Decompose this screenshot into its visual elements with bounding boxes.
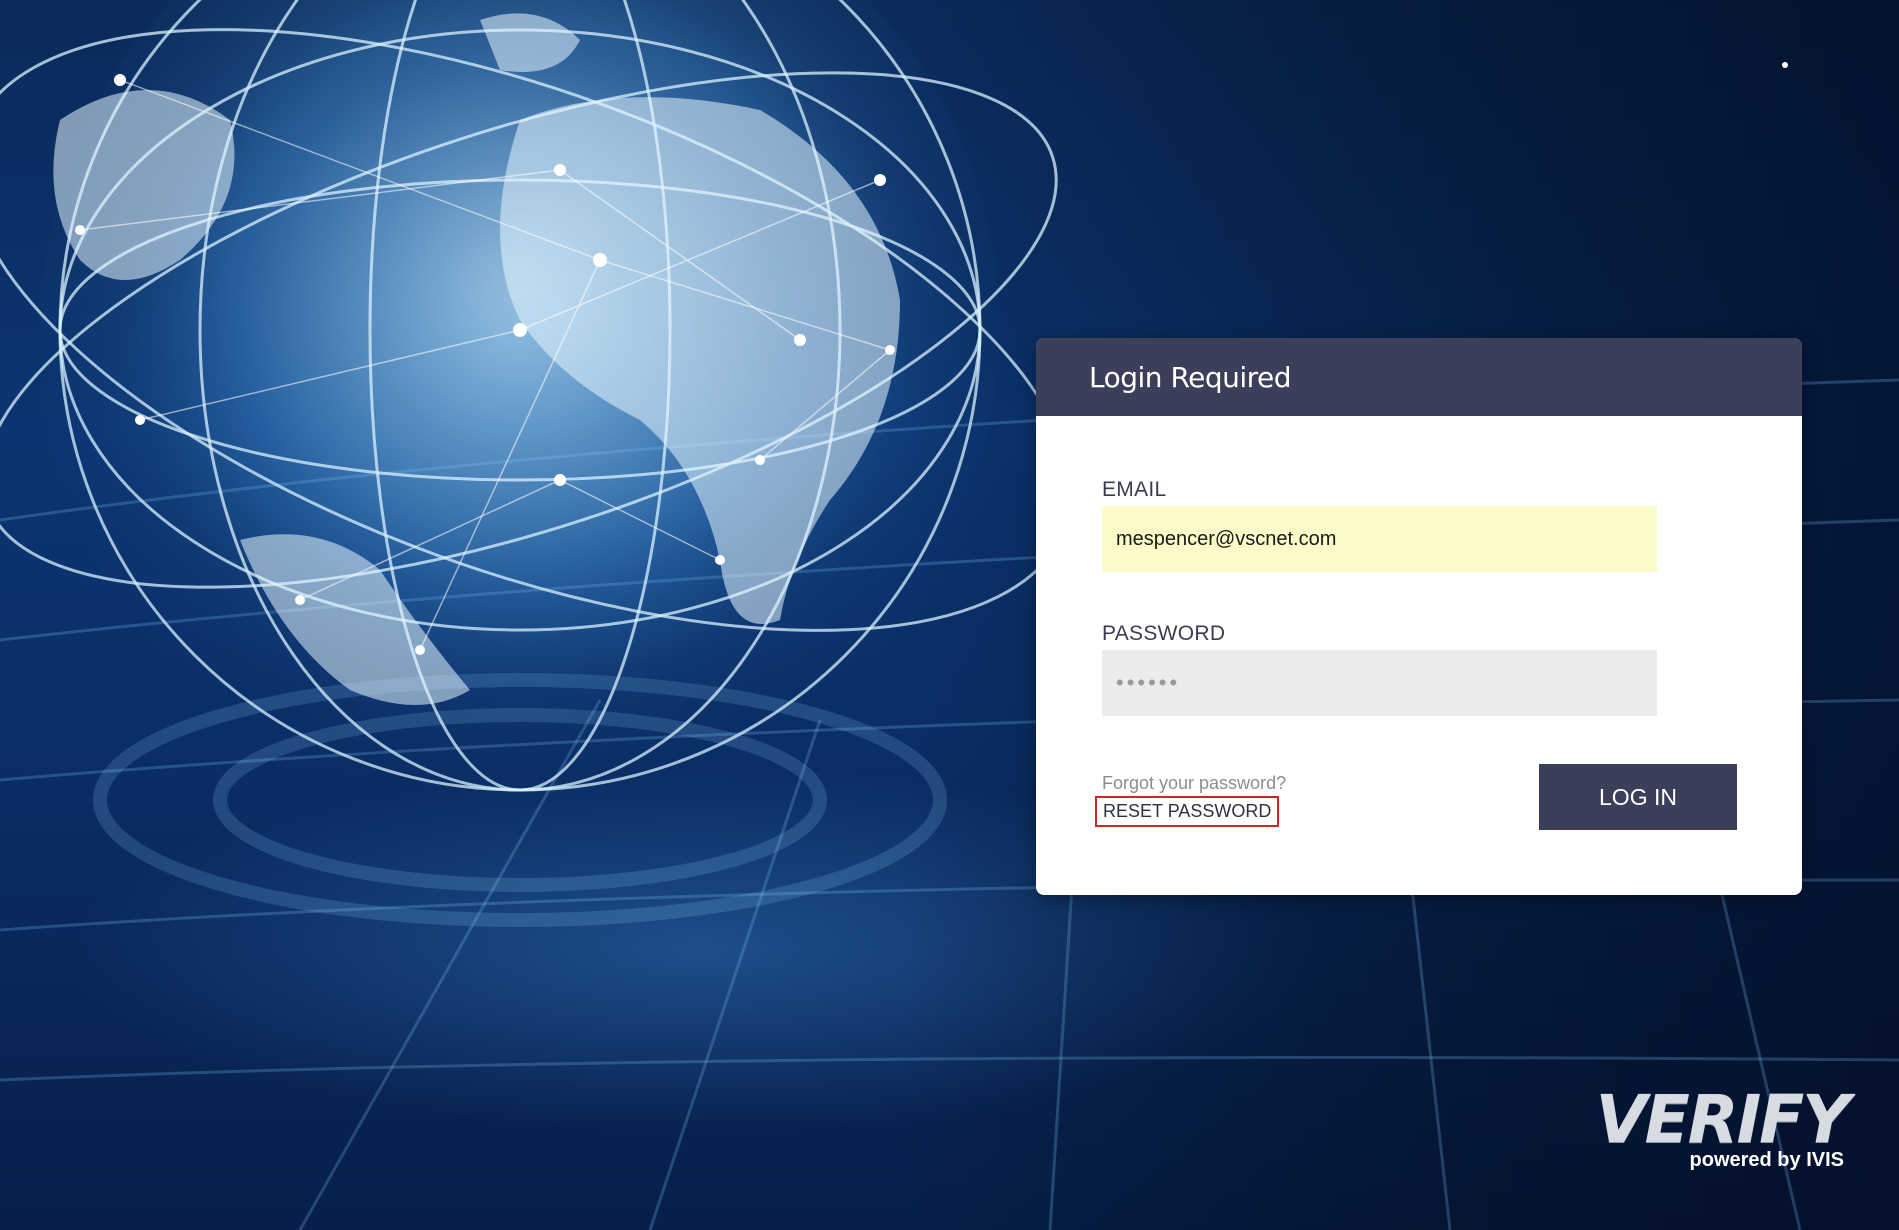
- login-card: Login Required EMAIL PASSWORD Forgot you…: [1036, 338, 1802, 895]
- email-field[interactable]: [1102, 506, 1657, 572]
- login-title: Login Required: [1089, 360, 1292, 394]
- reset-password-link[interactable]: RESET PASSWORD: [1095, 796, 1280, 827]
- password-label: PASSWORD: [1102, 622, 1226, 645]
- log-in-button[interactable]: LOG IN: [1539, 764, 1737, 830]
- forgot-password-text: Forgot your password?: [1102, 773, 1287, 793]
- password-field[interactable]: [1102, 650, 1657, 716]
- verify-logo: VERIFY powered by IVIS: [1548, 1081, 1850, 1181]
- email-label: EMAIL: [1102, 478, 1167, 501]
- powered-by-text: powered by IVIS: [1689, 1149, 1844, 1171]
- login-card-header: Login Required: [1036, 338, 1802, 416]
- logo-wordmark: VERIFY: [1595, 1081, 1850, 1158]
- login-page: Login Required EMAIL PASSWORD Forgot you…: [0, 0, 1899, 1230]
